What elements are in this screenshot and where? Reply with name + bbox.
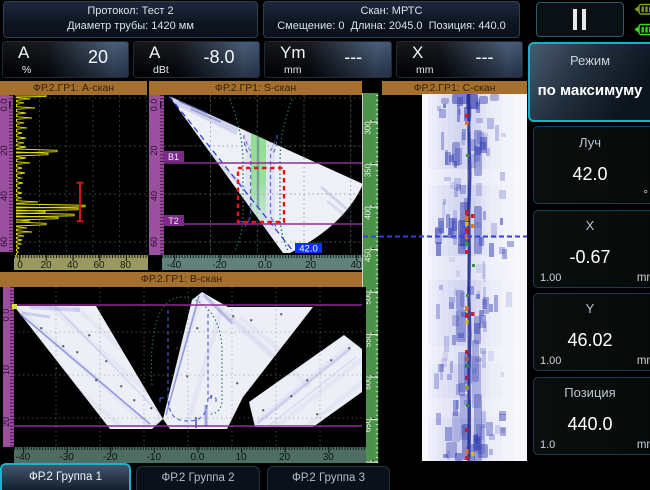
svg-text:42.0: 42.0 xyxy=(299,244,318,255)
svg-text:0.0: 0.0 xyxy=(258,260,272,270)
svg-text:40: 40 xyxy=(350,260,362,270)
svg-text:40: 40 xyxy=(0,191,9,201)
svg-text:T2: T2 xyxy=(168,216,179,226)
svg-text:40: 40 xyxy=(149,191,159,201)
svg-text:0.0: 0.0 xyxy=(1,309,11,322)
svg-text:0.0: 0.0 xyxy=(149,99,159,112)
svg-text:0: 0 xyxy=(17,260,23,270)
svg-text:0.0: 0.0 xyxy=(190,452,204,463)
svg-text:-20: -20 xyxy=(212,260,227,270)
svg-text:60: 60 xyxy=(0,237,9,247)
svg-text:80: 80 xyxy=(120,260,132,270)
svg-text:400: 400 xyxy=(364,206,373,220)
svg-text:20: 20 xyxy=(40,260,52,270)
svg-text:40: 40 xyxy=(67,260,79,270)
svg-text:20: 20 xyxy=(279,452,291,463)
svg-text:300: 300 xyxy=(364,121,373,135)
svg-text:10: 10 xyxy=(235,452,247,463)
svg-text:-40: -40 xyxy=(167,260,182,270)
svg-text:30: 30 xyxy=(323,452,335,463)
svg-text:60: 60 xyxy=(149,237,159,247)
svg-text:20: 20 xyxy=(149,145,159,155)
svg-text:20: 20 xyxy=(0,145,9,155)
svg-text:B1: B1 xyxy=(168,152,179,162)
svg-text:-30: -30 xyxy=(59,452,74,463)
svg-text:-40: -40 xyxy=(16,452,31,463)
svg-text:10: 10 xyxy=(1,365,11,375)
svg-text:0.0: 0.0 xyxy=(0,99,9,112)
svg-text:20: 20 xyxy=(305,260,317,270)
svg-text:-20: -20 xyxy=(103,452,118,463)
svg-text:450: 450 xyxy=(364,248,373,262)
svg-text:-10: -10 xyxy=(147,452,162,463)
svg-text:60: 60 xyxy=(93,260,105,270)
svg-text:350: 350 xyxy=(364,163,373,177)
svg-text:20: 20 xyxy=(1,417,11,427)
